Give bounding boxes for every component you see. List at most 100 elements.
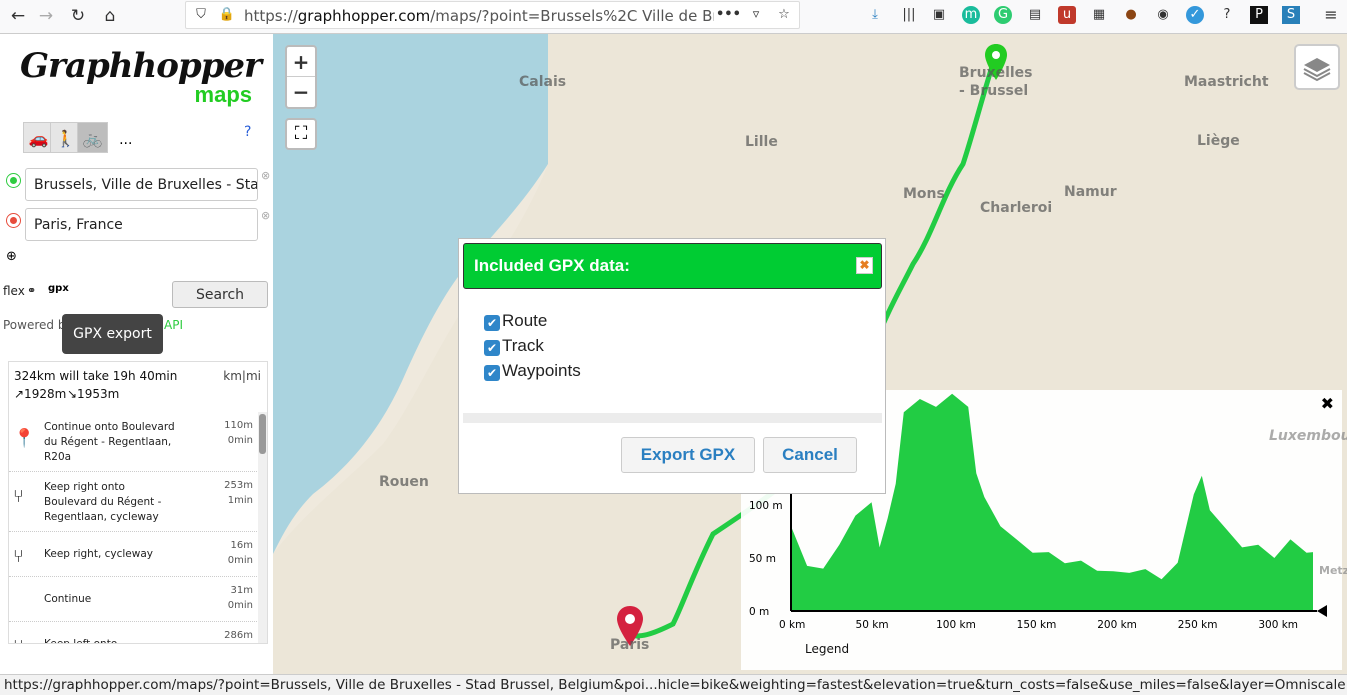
gpx-export-tooltip: GPX export xyxy=(62,314,163,354)
pocket-icon[interactable]: ▿ xyxy=(747,6,765,24)
sidebar: Graphhopper maps 🚗🚶🚲 ... ? ⊗ ⊗ ⊕ flex ⚭ … xyxy=(0,34,273,674)
cancel-button[interactable]: Cancel xyxy=(763,437,857,473)
instruction-distance: 110m xyxy=(224,420,253,431)
x-tick-label: 300 km xyxy=(1258,619,1298,631)
checkbox-checked-icon[interactable]: ✔ xyxy=(484,340,500,356)
continue-icon xyxy=(13,591,31,615)
track-checkbox[interactable]: ✔ Track xyxy=(484,336,544,356)
extension-s-icon[interactable]: S xyxy=(1282,6,1300,24)
instruction-row[interactable]: ⑂ Keep left onto... 286m xyxy=(9,622,257,644)
from-input[interactable] xyxy=(25,168,258,201)
instruction-text: Keep left onto... xyxy=(44,638,128,644)
forward-icon[interactable]: → xyxy=(34,4,58,28)
api-link[interactable]: API xyxy=(164,318,183,332)
instruction-row[interactable]: ⑂ Keep right, cycleway 16m 0min xyxy=(9,532,257,577)
reload-icon[interactable]: ↻ xyxy=(66,4,90,28)
menu-icon[interactable]: ≡ xyxy=(1322,6,1340,24)
end-dot-icon xyxy=(7,214,20,227)
map-label-metz: Metz xyxy=(1319,564,1347,577)
instruction-scrollbar[interactable] xyxy=(258,412,267,643)
y-tick-label: 100 m xyxy=(749,500,783,512)
to-row: ⊗ xyxy=(0,208,273,242)
instruction-row[interactable]: 📍 Continue onto Boulevard du Régent - Reg… xyxy=(9,412,257,472)
instruction-distance: 253m xyxy=(224,480,253,491)
map-label-luxembourg: Luxembou xyxy=(1269,428,1347,444)
dialog-title: Included GPX data: xyxy=(474,256,630,275)
page-actions-icon[interactable]: ••• xyxy=(716,6,741,24)
extension-m-icon[interactable]: m xyxy=(962,6,980,24)
reader-icon[interactable]: ▤ xyxy=(1026,6,1044,24)
clear-from-icon[interactable]: ⊗ xyxy=(261,169,270,182)
layers-button[interactable] xyxy=(1294,44,1340,90)
dialog-separator xyxy=(463,413,882,423)
extension-question-icon[interactable]: ? xyxy=(1218,6,1236,24)
close-dialog-button[interactable]: ✖ xyxy=(856,257,873,274)
browser-toolbar: ← → ↻ ⌂ ⛉ 🔒 https://graphhopper.com/maps… xyxy=(0,0,1347,34)
instruction-row[interactable]: Continue 31m 0min xyxy=(9,577,257,622)
instruction-row[interactable]: ⑂ Keep right onto Boulevard du Régent - R… xyxy=(9,472,257,532)
help-link[interactable]: ? xyxy=(244,124,251,140)
route-checkbox[interactable]: ✔ Route xyxy=(484,311,547,331)
add-point-icon[interactable]: ⊕ xyxy=(6,249,17,264)
more-vehicles-button[interactable]: ... xyxy=(119,132,132,148)
instruction-text: Continue xyxy=(44,593,92,605)
shield-icon[interactable]: ⛉ xyxy=(192,6,210,24)
search-button[interactable]: Search xyxy=(172,281,268,308)
zoom-in-button[interactable]: + xyxy=(287,47,315,77)
cookie-icon[interactable]: ● xyxy=(1122,6,1140,24)
to-input[interactable] xyxy=(25,208,258,241)
instruction-distance: 16m xyxy=(230,540,253,551)
elevation-legend[interactable]: Legend xyxy=(805,642,849,656)
bookmark-star-icon[interactable]: ☆ xyxy=(775,6,793,24)
dialog-header: Included GPX data: ✖ xyxy=(463,243,882,289)
link-icon[interactable]: ⚭ xyxy=(27,284,36,297)
keep-right-icon: ⑂ xyxy=(13,486,24,507)
keep-right-icon: ⑂ xyxy=(13,546,24,567)
map-label-maastricht: Maastricht xyxy=(1184,74,1269,90)
url-text[interactable]: https://graphhopper.com/maps/?point=Brus… xyxy=(244,7,714,25)
instruction-time: 1min xyxy=(227,495,253,506)
library-icon[interactable]: ||| xyxy=(900,6,918,24)
account-icon[interactable]: ◉ xyxy=(1154,6,1172,24)
route-results: 324km will take 19h 40min km|mi ↗1928m ↘… xyxy=(8,361,268,644)
instruction-text: Continue onto Boulevard du Régent - Rege… xyxy=(44,420,175,463)
home-icon[interactable]: ⌂ xyxy=(98,4,122,28)
sidebar-icon[interactable]: ▣ xyxy=(930,6,948,24)
extension-grid-icon[interactable]: ▦ xyxy=(1090,6,1108,24)
checkbox-checked-icon[interactable]: ✔ xyxy=(484,315,500,331)
fullscreen-button[interactable]: ⛶ xyxy=(285,118,317,150)
x-tick-label: 0 km xyxy=(779,619,805,631)
ublock-icon[interactable]: u xyxy=(1058,6,1076,24)
export-gpx-button[interactable]: Export GPX xyxy=(621,437,755,473)
bike-icon[interactable]: 🚲 xyxy=(77,122,108,153)
back-icon[interactable]: ← xyxy=(6,4,30,28)
extension-check-icon[interactable]: ✓ xyxy=(1186,6,1204,24)
descend-value: ↘1953m xyxy=(67,387,120,401)
from-row: ⊗ xyxy=(0,168,273,202)
instruction-time: 0min xyxy=(227,435,253,446)
zoom-out-button[interactable]: − xyxy=(287,77,315,107)
x-tick-label: 250 km xyxy=(1178,619,1218,631)
logo-text: Graphhopper xyxy=(20,46,262,86)
gpx-export-link[interactable]: gpx xyxy=(48,283,69,294)
extension-p-icon[interactable]: P xyxy=(1250,6,1268,24)
x-tick-label: 100 km xyxy=(936,619,976,631)
checkbox-checked-icon[interactable]: ✔ xyxy=(484,365,500,381)
url-bar[interactable]: ⛉ 🔒 https://graphhopper.com/maps/?point=… xyxy=(185,1,800,29)
map-label-lille: Lille xyxy=(745,134,778,150)
download-icon[interactable]: ⤓ xyxy=(866,6,884,24)
status-bar: https://graphhopper.com/maps/?point=Brus… xyxy=(0,674,1347,695)
flex-label[interactable]: flex xyxy=(3,284,25,298)
clear-to-icon[interactable]: ⊗ xyxy=(261,209,270,222)
map-label-bruxelles: Bruxelles - Brussel xyxy=(959,65,1033,99)
map-label-namur: Namur xyxy=(1064,184,1117,200)
lock-icon[interactable]: 🔒 xyxy=(218,6,236,24)
units-toggle[interactable]: km|mi xyxy=(223,369,261,383)
graphhopper-logo[interactable]: Graphhopper maps xyxy=(20,46,262,116)
map-label-rouen: Rouen xyxy=(379,474,429,490)
map-label-paris: Paris xyxy=(610,637,650,653)
extension-grammarly-icon[interactable]: G xyxy=(994,6,1012,24)
instruction-distance: 31m xyxy=(230,585,253,596)
waypoints-checkbox[interactable]: ✔ Waypoints xyxy=(484,361,581,381)
y-tick-label: 0 m xyxy=(749,606,769,618)
